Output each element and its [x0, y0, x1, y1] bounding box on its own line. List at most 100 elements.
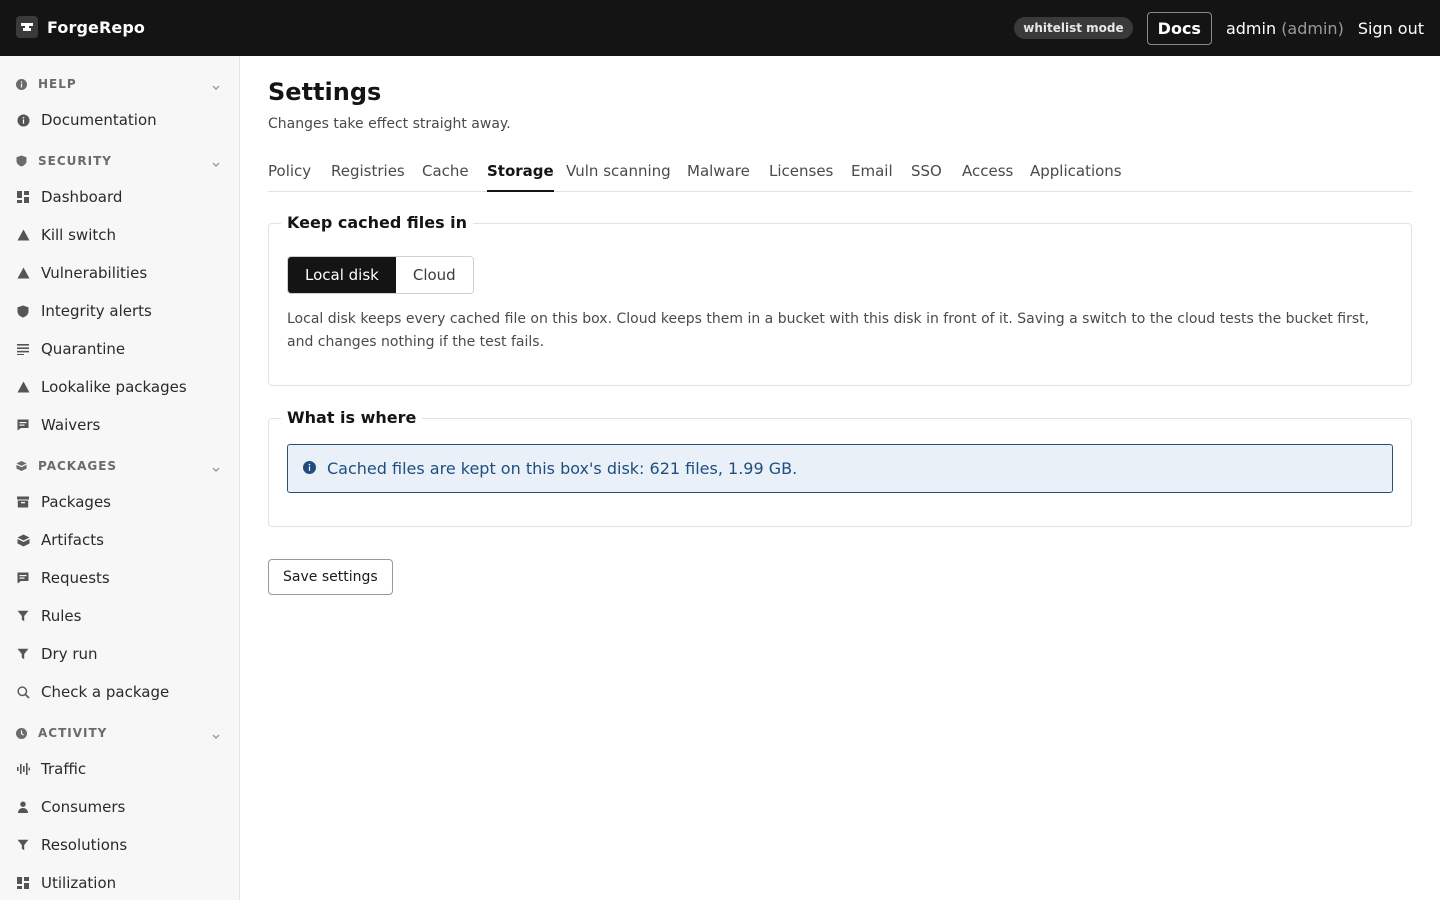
storage-location-panel: Keep cached files in Local disk Cloud Lo…: [268, 213, 1412, 386]
sidebar-item-label: Rules: [41, 607, 82, 625]
sidebar-item-dashboard[interactable]: Dashboard: [16, 184, 224, 210]
sidebar-section-title: ACTIVITY: [38, 726, 108, 740]
sidebar-item-vulnerabilities[interactable]: Vulnerabilities: [16, 260, 224, 286]
info-icon: [303, 459, 316, 474]
archive-icon: [16, 495, 30, 509]
sign-out-link[interactable]: Sign out: [1358, 19, 1424, 38]
filter-icon: [16, 609, 30, 623]
sidebar-item-waivers[interactable]: Waivers: [16, 412, 224, 438]
sidebar-item-label: Lookalike packages: [41, 378, 187, 396]
panel-legend: Keep cached files in: [281, 213, 474, 232]
sidebar-item-lookalike-packages[interactable]: Lookalike packages: [16, 374, 224, 400]
sidebar-item-label: Traffic: [41, 760, 87, 778]
tab-malware[interactable]: Malware: [687, 160, 750, 192]
panel-legend: What is where: [281, 408, 423, 427]
brand[interactable]: ForgeRepo: [16, 16, 145, 38]
chevron-down-icon: [212, 156, 220, 170]
filter-icon: [16, 647, 30, 661]
sidebar-item-packages[interactable]: Packages: [16, 489, 224, 515]
note-icon: [16, 418, 30, 432]
sidebar-item-label: Check a package: [41, 683, 170, 701]
info-icon: [16, 113, 30, 127]
anvil-logo-icon: [16, 16, 38, 38]
bars-icon: [16, 762, 30, 776]
sidebar-item-utilization[interactable]: Utilization: [16, 870, 224, 896]
shield-icon: [16, 304, 30, 318]
sidebar-item-integrity-alerts[interactable]: Integrity alerts: [16, 298, 224, 324]
sidebar-item-label: Kill switch: [41, 226, 116, 244]
warning-icon: [16, 266, 30, 280]
info-icon: [16, 78, 27, 90]
sidebar: HELP Documentation SECURITY Dashboard Ki…: [0, 56, 240, 900]
tab-vuln-scanning[interactable]: Vuln scanning: [566, 160, 671, 192]
sidebar-section-title: SECURITY: [38, 154, 112, 168]
storage-status-panel: What is where Cached files are kept on t…: [268, 408, 1412, 527]
sidebar-item-label: Quarantine: [41, 340, 126, 358]
sidebar-item-label: Dry run: [41, 645, 98, 663]
docs-button[interactable]: Docs: [1146, 11, 1212, 45]
sidebar-section-security[interactable]: SECURITY: [16, 151, 224, 171]
top-bar: ForgeRepo whitelist mode Docs admin (adm…: [0, 0, 1440, 56]
mode-badge: whitelist mode: [1014, 17, 1133, 39]
local-disk-option[interactable]: Local disk: [288, 257, 396, 293]
tab-access[interactable]: Access: [962, 160, 1013, 192]
chevron-down-icon: [212, 461, 220, 475]
sidebar-item-label: Packages: [41, 493, 111, 511]
cloud-option[interactable]: Cloud: [395, 257, 473, 293]
warning-icon: [16, 380, 30, 394]
storage-location-toggle: Local disk Cloud: [287, 256, 474, 294]
lines-icon: [16, 342, 30, 356]
sidebar-item-requests[interactable]: Requests: [16, 565, 224, 591]
sidebar-item-label: Integrity alerts: [41, 302, 152, 320]
tab-cache[interactable]: Cache: [422, 160, 469, 192]
sidebar-item-kill-switch[interactable]: Kill switch: [16, 222, 224, 248]
tab-policy[interactable]: Policy: [268, 160, 311, 192]
sidebar-section-title: HELP: [38, 77, 77, 91]
tab-registries[interactable]: Registries: [331, 160, 405, 192]
storage-info-text: Cached files are kept on this box's disk…: [327, 459, 798, 478]
sidebar-item-artifacts[interactable]: Artifacts: [16, 527, 224, 553]
sidebar-item-label: Waivers: [41, 416, 101, 434]
sidebar-item-label: Utilization: [41, 874, 117, 892]
sidebar-item-label: Consumers: [41, 798, 126, 816]
filter-icon: [16, 838, 30, 852]
sidebar-section-help[interactable]: HELP: [16, 74, 224, 94]
page-subtitle: Changes take effect straight away.: [268, 116, 511, 132]
sidebar-item-rules[interactable]: Rules: [16, 603, 224, 629]
warning-icon: [16, 228, 30, 242]
sidebar-item-consumers[interactable]: Consumers: [16, 794, 224, 820]
tab-applications[interactable]: Applications: [1030, 160, 1122, 192]
sidebar-item-label: Requests: [41, 569, 110, 587]
user-role: (admin): [1281, 18, 1344, 38]
tab-storage[interactable]: Storage: [487, 160, 554, 192]
tab-licenses[interactable]: Licenses: [769, 160, 833, 192]
sidebar-section-packages[interactable]: PACKAGES: [16, 456, 224, 476]
sidebar-item-resolutions[interactable]: Resolutions: [16, 832, 224, 858]
box-icon: [16, 460, 27, 472]
chevron-down-icon: [212, 728, 220, 742]
sidebar-item-check-a-package[interactable]: Check a package: [16, 679, 224, 705]
save-settings-button[interactable]: Save settings: [268, 559, 393, 595]
tab-sso[interactable]: SSO: [911, 160, 942, 192]
sidebar-item-label: Vulnerabilities: [41, 264, 148, 282]
tab-email[interactable]: Email: [851, 160, 893, 192]
sidebar-item-quarantine[interactable]: Quarantine: [16, 336, 224, 362]
sidebar-item-dry-run[interactable]: Dry run: [16, 641, 224, 667]
sidebar-section-activity[interactable]: ACTIVITY: [16, 723, 224, 743]
sidebar-item-traffic[interactable]: Traffic: [16, 756, 224, 782]
chevron-down-icon: [212, 79, 220, 93]
sidebar-item-label: Artifacts: [41, 531, 104, 549]
grid-icon: [16, 190, 30, 204]
page-title: Settings: [268, 78, 382, 106]
user-name: admin: [1225, 18, 1277, 38]
sidebar-item-label: Resolutions: [41, 836, 128, 854]
grid-icon: [16, 876, 30, 890]
sidebar-item-documentation[interactable]: Documentation: [16, 107, 224, 133]
storage-description: Local disk keeps every cached file on th…: [287, 311, 1370, 350]
sidebar-item-label: Documentation: [41, 111, 157, 129]
note-icon: [16, 571, 30, 585]
sidebar-section-title: PACKAGES: [38, 459, 118, 473]
box-icon: [16, 533, 30, 547]
storage-info-alert: Cached files are kept on this box's disk…: [287, 444, 1393, 493]
shield-icon: [16, 155, 27, 167]
